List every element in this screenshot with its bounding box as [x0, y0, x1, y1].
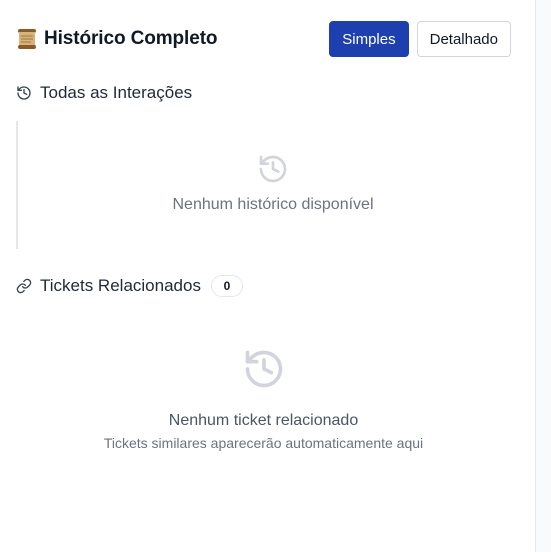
page-title: Histórico Completo — [44, 28, 218, 49]
scroll-icon — [16, 28, 38, 50]
history-icon — [16, 85, 32, 101]
interactions-empty-text: Nenhum histórico disponível — [172, 196, 374, 213]
title-group: Histórico Completo — [16, 28, 218, 50]
related-count-badge: 0 — [210, 275, 243, 297]
view-mode-toggle: Simples Detalhado — [329, 21, 511, 57]
interactions-section-title: Todas as Interações — [40, 83, 193, 102]
related-empty-text: Nenhum ticket relacionado — [168, 412, 359, 429]
simple-view-button[interactable]: Simples — [329, 21, 409, 57]
link-icon — [16, 278, 32, 294]
panel-header: Histórico Completo Simples Detalhado — [16, 21, 511, 57]
history-icon — [257, 153, 289, 185]
history-panel: Histórico Completo Simples Detalhado Tod… — [0, 0, 551, 552]
interactions-section-header: Todas as Interações — [16, 83, 192, 103]
scrollbar-track[interactable] — [535, 0, 551, 552]
history-icon — [242, 347, 286, 391]
detailed-view-button[interactable]: Detalhado — [416, 21, 511, 57]
related-section-title: Tickets Relacionados — [40, 276, 201, 295]
related-empty-subtext: Tickets similares aparecerão automaticam… — [103, 435, 424, 451]
related-section-header: Tickets Relacionados 0 — [16, 275, 243, 297]
